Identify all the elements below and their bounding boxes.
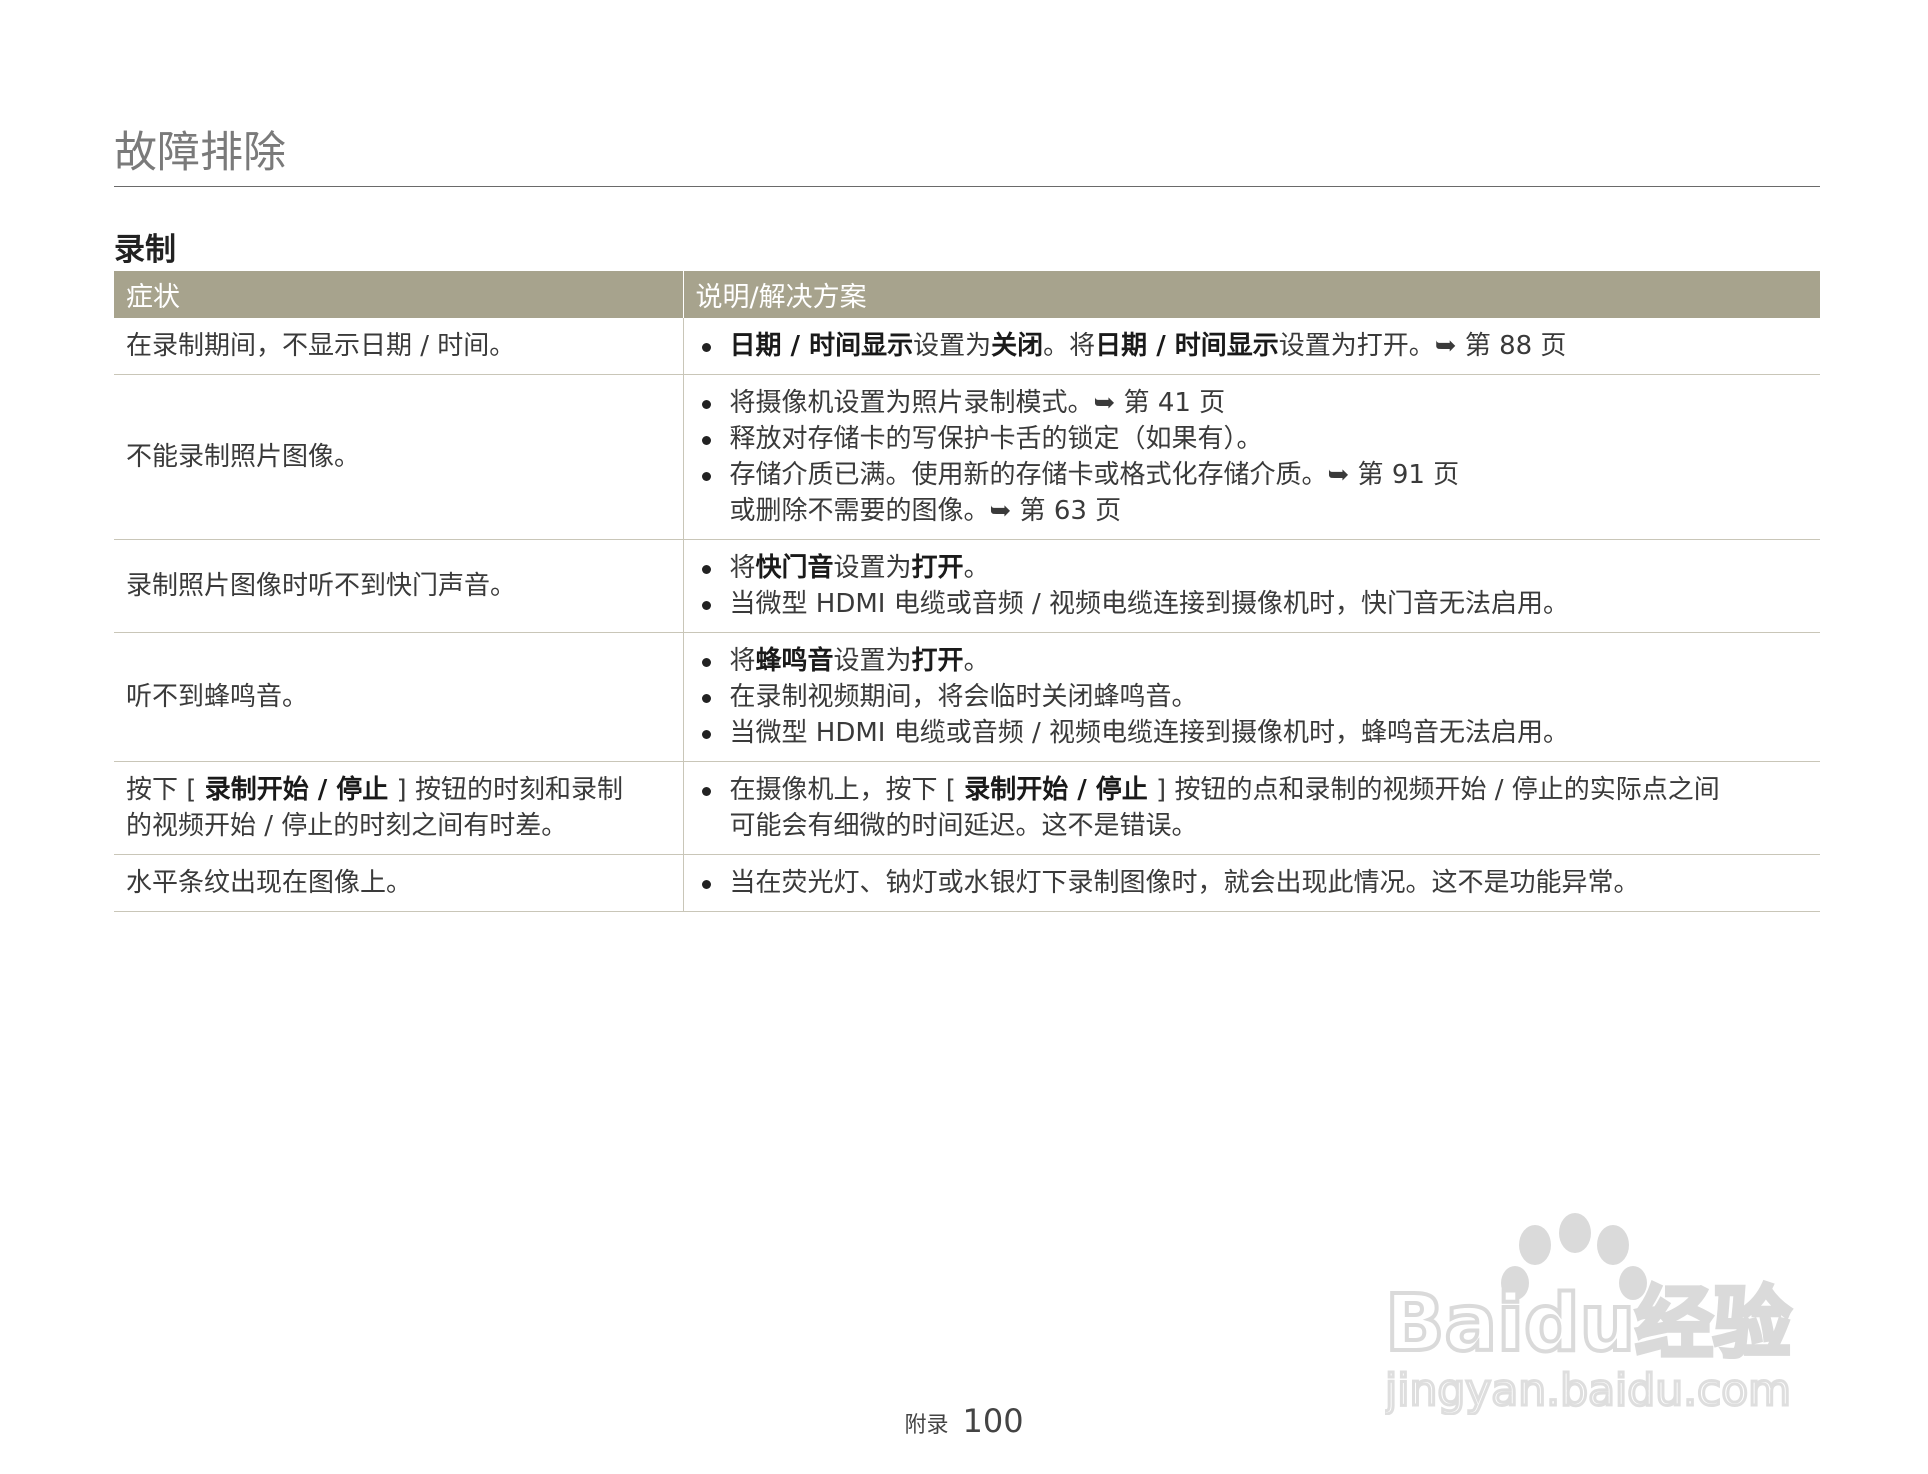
text-span: 当在荧光灯、钠灯或水银灯下录制图像时，就会出现此情况。这不是功能异常。	[729, 868, 1640, 898]
table-row: 不能录制照片图像。 将摄像机设置为照片录制模式。➥ 第 41 页释放对存储卡的写保…	[114, 374, 1820, 540]
text-span: 的视频开始 / 停止的时刻之间有时差。	[126, 811, 568, 841]
text-span: 将	[729, 646, 756, 676]
text-span: 存储介质已满。使用新的存储卡或格式化存储介质。➥ 第 91 页	[729, 460, 1460, 490]
text-span: 。将	[1043, 331, 1096, 361]
table-row: 水平条纹出现在图像上。 当在荧光灯、钠灯或水银灯下录制图像时，就会出现此情况。这不…	[114, 854, 1820, 912]
page-title: 故障排除	[114, 128, 286, 178]
solution-cell: 在摄像机上，按下 [ 录制开始 / 停止 ] 按钮的点和录制的视频开始 / 停止…	[683, 761, 1820, 855]
bold-term: 录制开始 / 停止	[204, 775, 389, 805]
text-span: 在录制视频期间，将会临时关闭蜂鸣音。	[729, 682, 1198, 712]
symptom-cell: 不能录制照片图像。	[114, 374, 684, 540]
solution-item: 将蜂鸣音设置为打开。	[696, 643, 1809, 679]
text-span: 按下 [	[126, 775, 205, 805]
solution-cell: 将快门音设置为打开。 当微型 HDMI 电缆或音频 / 视频电缆连接到摄像机时，快…	[683, 539, 1820, 633]
text-span: 设置为	[833, 646, 912, 676]
solution-cell: 将摄像机设置为照片录制模式。➥ 第 41 页释放对存储卡的写保护卡舌的锁定（如果…	[683, 374, 1820, 540]
troubleshooting-table: 症状 说明/解决方案 在录制期间，不显示日期 / 时间。 日期 / 时间显示设置为…	[114, 271, 1820, 912]
table-row: 在录制期间，不显示日期 / 时间。 日期 / 时间显示设置为关闭。将日期 / 时间…	[114, 318, 1820, 375]
solution-cell: 将蜂鸣音设置为打开。 在录制视频期间，将会临时关闭蜂鸣音。 当微型 HDMI 电缆或…	[683, 632, 1820, 762]
solution-item: 当微型 HDMI 电缆或音频 / 视频电缆连接到摄像机时，快门音无法启用。	[696, 586, 1809, 622]
solution-item: 当微型 HDMI 电缆或音频 / 视频电缆连接到摄像机时，蜂鸣音无法启用。	[696, 715, 1809, 751]
solution-list: 日期 / 时间显示设置为关闭。将日期 / 时间显示设置为打开。➥ 第 88 页	[696, 328, 1809, 364]
text-span: 。	[963, 553, 990, 583]
section-heading: 录制	[114, 232, 176, 268]
solution-item: 将快门音设置为打开。	[696, 550, 1809, 586]
solution-item: 存储介质已满。使用新的存储卡或格式化存储介质。➥ 第 91 页或删除不需要的图像…	[696, 457, 1809, 529]
solution-list: 当在荧光灯、钠灯或水银灯下录制图像时，就会出现此情况。这不是功能异常。	[696, 865, 1809, 901]
text-span: 设置为	[833, 553, 912, 583]
text-span: 设置为打开。➥ 第 88 页	[1278, 331, 1567, 361]
symptom-cell: 水平条纹出现在图像上。	[114, 854, 684, 912]
symptom-cell: 听不到蜂鸣音。	[114, 632, 684, 762]
watermark-brand: Baidu经验	[1385, 1279, 1791, 1369]
solution-cell: 日期 / 时间显示设置为关闭。将日期 / 时间显示设置为打开。➥ 第 88 页	[683, 318, 1820, 375]
footer-label: 附录	[904, 1413, 949, 1438]
text-span: 当微型 HDMI 电缆或音频 / 视频电缆连接到摄像机时，快门音无法启用。	[729, 589, 1570, 619]
text-span: ] 按钮的点和录制的视频开始 / 停止的实际点之间	[1147, 775, 1720, 805]
bold-term: 关闭	[991, 331, 1044, 361]
solution-list: 将摄像机设置为照片录制模式。➥ 第 41 页释放对存储卡的写保护卡舌的锁定（如果…	[696, 385, 1809, 529]
header-symptom: 症状	[114, 271, 683, 318]
table-header-row: 症状 说明/解决方案	[114, 271, 1820, 318]
text-span: ] 按钮的时刻和录制	[388, 775, 623, 805]
solution-item: 日期 / 时间显示设置为关闭。将日期 / 时间显示设置为打开。➥ 第 88 页	[696, 328, 1809, 364]
symptom-cell: 按下 [ 录制开始 / 停止 ] 按钮的时刻和录制的视频开始 / 停止的时刻之间…	[114, 761, 684, 855]
solution-item: 在录制视频期间，将会临时关闭蜂鸣音。	[696, 679, 1809, 715]
symptom-cell: 在录制期间，不显示日期 / 时间。	[114, 318, 684, 375]
bold-term: 日期 / 时间显示	[729, 331, 914, 361]
symptom-cell: 录制照片图像时听不到快门声音。	[114, 539, 684, 633]
solution-item: 释放对存储卡的写保护卡舌的锁定（如果有）。	[696, 421, 1809, 457]
bold-term: 日期 / 时间显示	[1095, 331, 1279, 361]
table-row: 按下 [ 录制开始 / 停止 ] 按钮的时刻和录制的视频开始 / 停止的时刻之间…	[114, 761, 1820, 855]
text-span: 设置为	[913, 331, 992, 361]
solution-list: 在摄像机上，按下 [ 录制开始 / 停止 ] 按钮的点和录制的视频开始 / 停止…	[696, 772, 1809, 844]
solution-item: 在摄像机上，按下 [ 录制开始 / 停止 ] 按钮的点和录制的视频开始 / 停止…	[696, 772, 1809, 844]
solution-list: 将快门音设置为打开。 当微型 HDMI 电缆或音频 / 视频电缆连接到摄像机时，快…	[696, 550, 1809, 622]
bold-term: 打开	[911, 553, 964, 583]
table-body: 在录制期间，不显示日期 / 时间。 日期 / 时间显示设置为关闭。将日期 / 时间…	[114, 318, 1820, 912]
text-span: 释放对存储卡的写保护卡舌的锁定（如果有）。	[729, 424, 1263, 454]
text-span: 当微型 HDMI 电缆或音频 / 视频电缆连接到摄像机时，蜂鸣音无法启用。	[729, 718, 1570, 748]
bold-term: 录制开始 / 停止	[964, 775, 1148, 805]
watermark-url: jingyan.baidu.com	[1385, 1365, 1791, 1415]
solution-item: 当在荧光灯、钠灯或水银灯下录制图像时，就会出现此情况。这不是功能异常。	[696, 865, 1809, 901]
baidu-jingyan-watermark: Baidu经验 jingyan.baidu.com	[1385, 1213, 1793, 1415]
page-number: 100	[962, 1402, 1024, 1440]
bold-term: 快门音	[755, 553, 834, 583]
solution-cell: 当在荧光灯、钠灯或水银灯下录制图像时，就会出现此情况。这不是功能异常。	[683, 854, 1820, 912]
text-span: 将摄像机设置为照片录制模式。➥ 第 41 页	[729, 388, 1226, 418]
bold-term: 打开	[911, 646, 964, 676]
text-span: 或删除不需要的图像。➥ 第 63 页	[729, 496, 1122, 526]
title-divider	[114, 186, 1820, 187]
text-span: 将	[729, 553, 756, 583]
header-solution: 说明/解决方案	[682, 271, 1820, 318]
bold-term: 蜂鸣音	[755, 646, 834, 676]
text-span: 可能会有细微的时间延迟。这不是错误。	[729, 811, 1198, 841]
text-span: 。	[963, 646, 990, 676]
table-row: 录制照片图像时听不到快门声音。 将快门音设置为打开。 当微型 HDMI 电缆或音频 …	[114, 539, 1820, 633]
solution-list: 将蜂鸣音设置为打开。 在录制视频期间，将会临时关闭蜂鸣音。 当微型 HDMI 电缆或…	[696, 643, 1809, 751]
text-span: 在摄像机上，按下 [	[729, 775, 965, 805]
table-row: 听不到蜂鸣音。 将蜂鸣音设置为打开。 在录制视频期间，将会临时关闭蜂鸣音。 当微型 H…	[114, 632, 1820, 762]
solution-item: 将摄像机设置为照片录制模式。➥ 第 41 页	[696, 385, 1809, 421]
